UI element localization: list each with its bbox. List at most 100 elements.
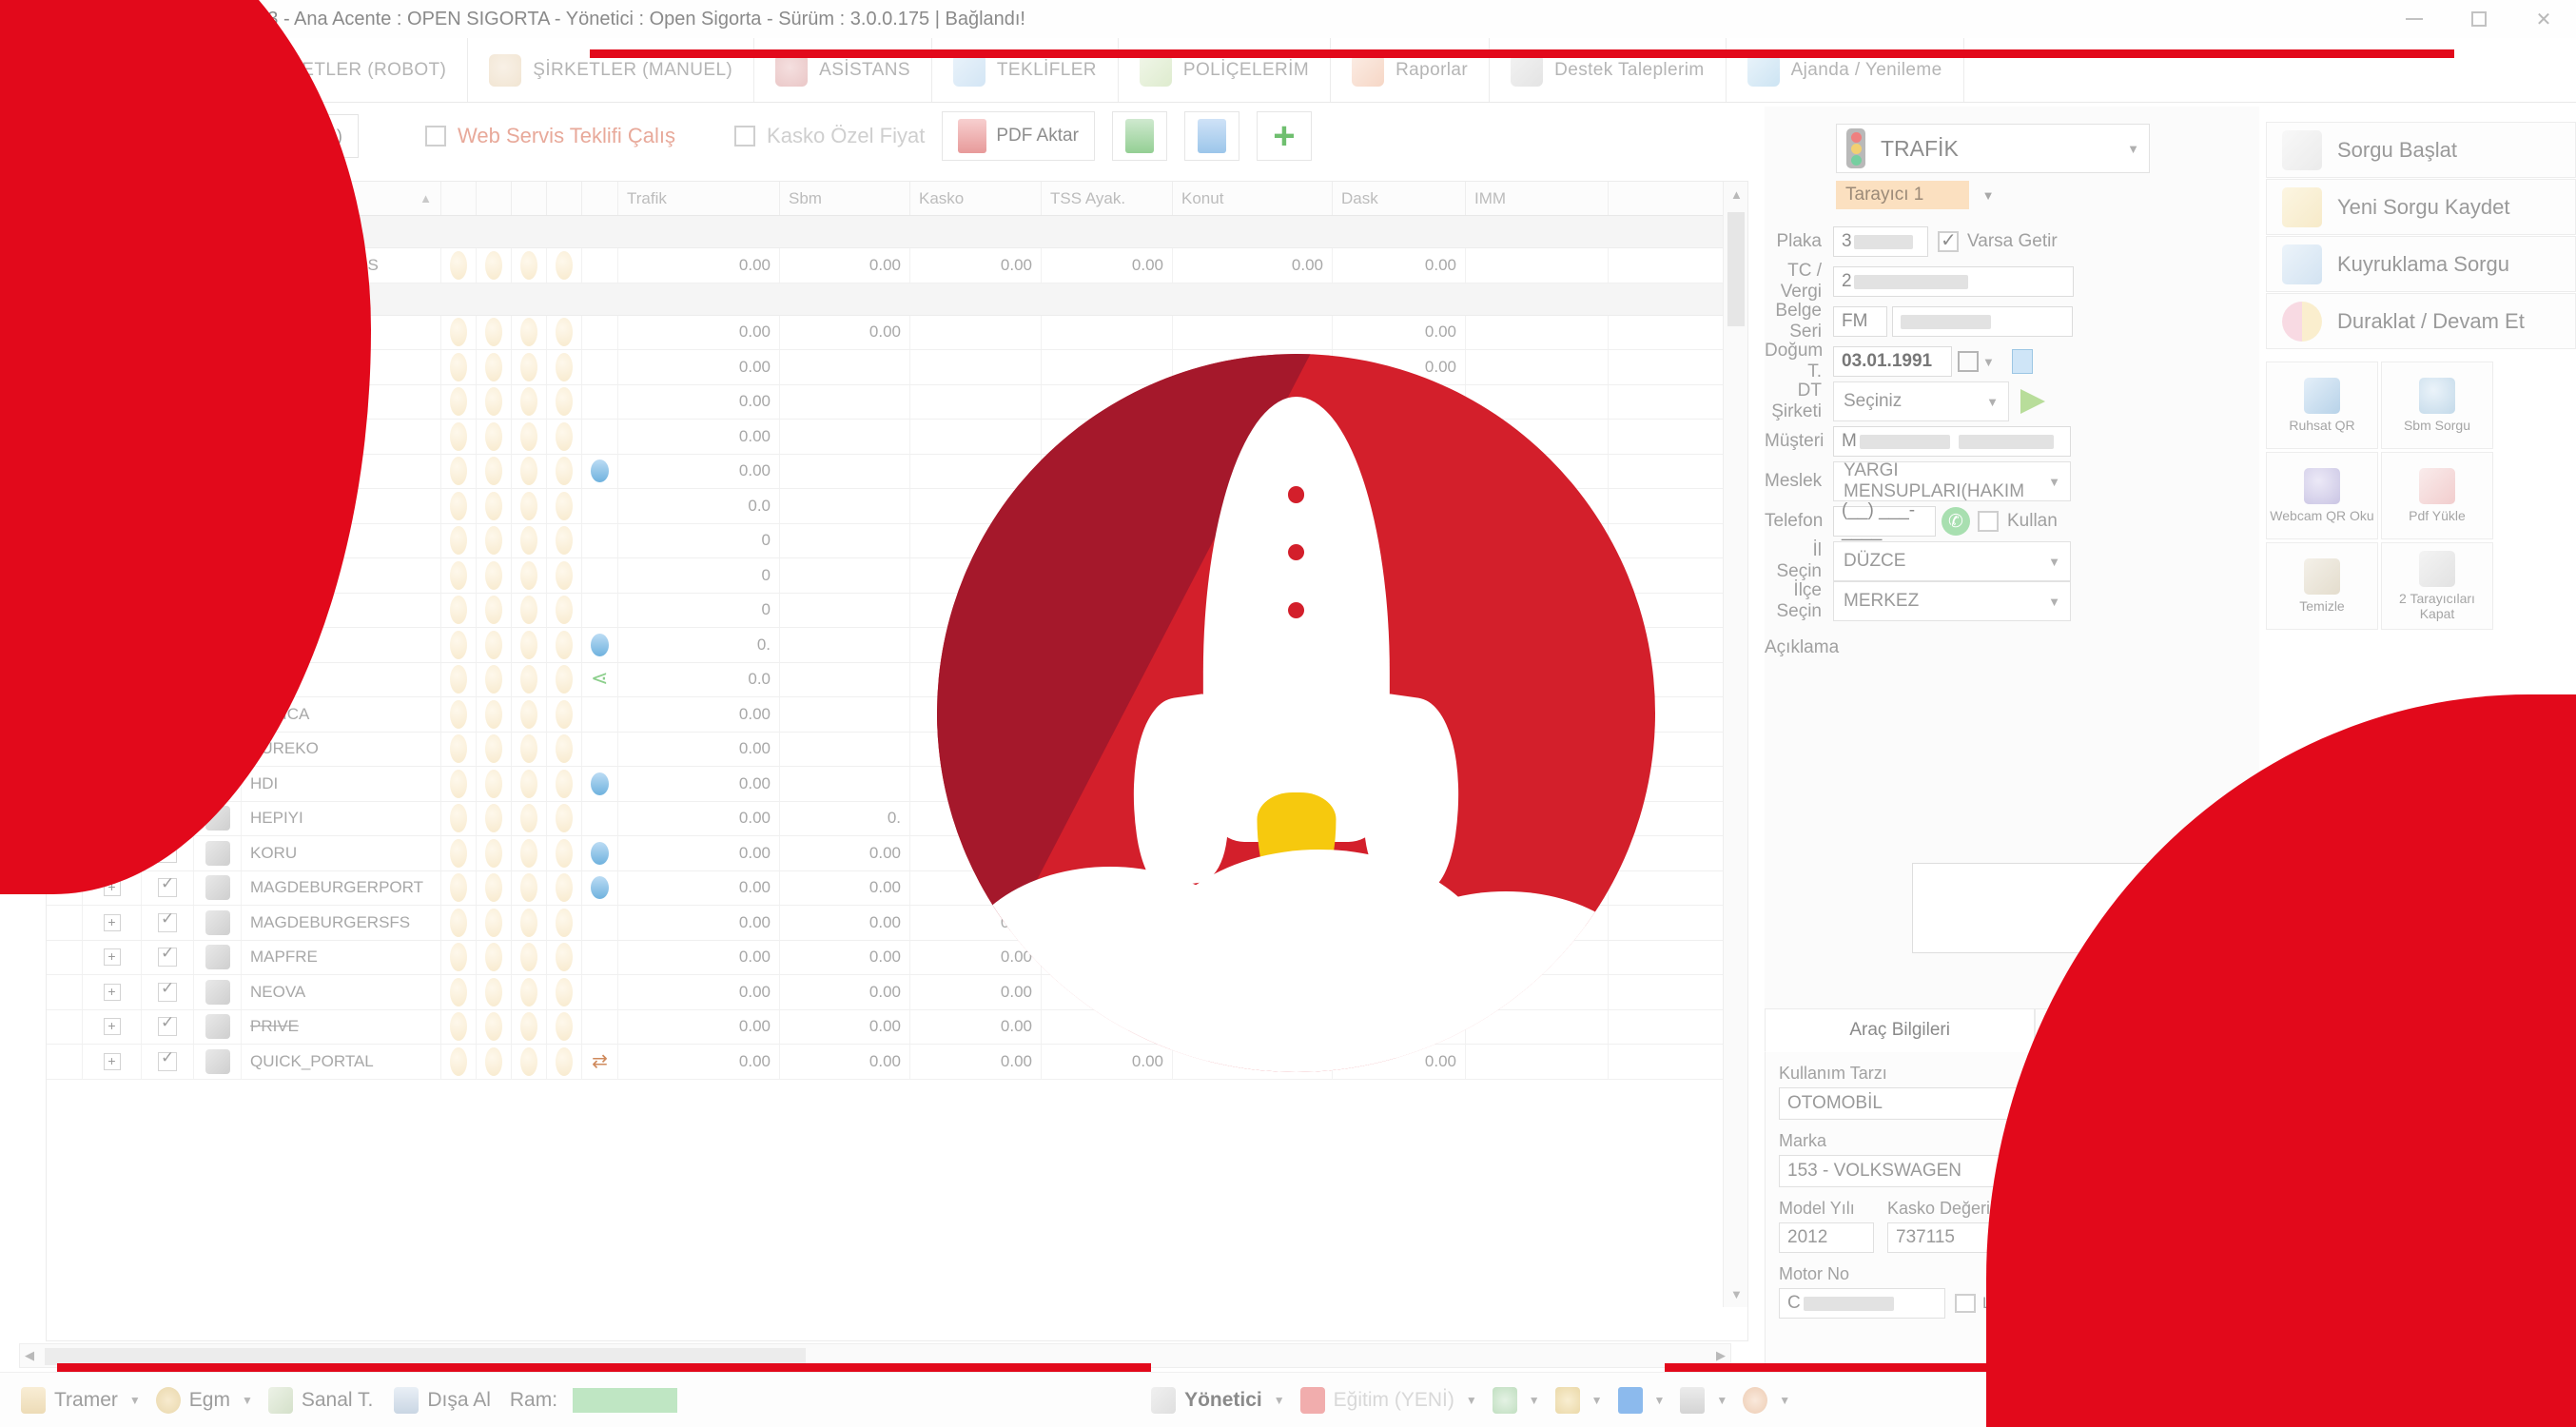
refresh-icon[interactable] xyxy=(485,665,502,694)
status-egm[interactable]: Egm xyxy=(155,1386,230,1414)
tile-temizle[interactable]: Temizle xyxy=(2266,542,2378,630)
edit-icon[interactable] xyxy=(520,387,537,417)
row-expander-icon[interactable]: + xyxy=(103,462,121,480)
row-checkbox[interactable] xyxy=(158,493,177,516)
chevron-down-icon[interactable]: ▼ xyxy=(1982,355,1995,369)
status-badge-blue[interactable] xyxy=(591,841,609,865)
belge-seri-input[interactable]: FM xyxy=(1833,306,1887,337)
dogum-date-input[interactable]: 03.01.1991 xyxy=(1833,346,1952,377)
tab-ana-ekran[interactable]: ANA EKRAN xyxy=(0,38,194,102)
refresh-icon[interactable] xyxy=(485,630,502,659)
copy-icon[interactable] xyxy=(2011,349,2033,374)
copy-icon[interactable] xyxy=(556,838,573,868)
row-checkbox[interactable] xyxy=(158,632,177,655)
report-icon[interactable] xyxy=(450,1046,467,1076)
kuyruklama-sorgu-button[interactable]: Kuyruklama Sorgu xyxy=(2266,236,2576,292)
report-icon[interactable] xyxy=(450,665,467,694)
report-icon[interactable] xyxy=(450,734,467,764)
row-expander-icon[interactable]: + xyxy=(103,256,121,274)
row-expander-icon[interactable]: + xyxy=(103,323,121,342)
vehicle-extra-dropdown[interactable]: ▼ xyxy=(2184,1088,2560,1121)
refresh-icon[interactable] xyxy=(485,804,502,833)
report-icon[interactable] xyxy=(450,387,467,417)
report-icon[interactable] xyxy=(450,560,467,590)
plaka-input[interactable]: 3 xyxy=(1833,226,1928,257)
scroll-down-icon[interactable]: ▼ xyxy=(1730,1287,1743,1301)
refresh-icon[interactable] xyxy=(485,491,502,520)
grid-col-sbm[interactable]: Sbm xyxy=(780,182,910,215)
copy-icon[interactable] xyxy=(556,665,573,694)
green-arrow-icon[interactable] xyxy=(2020,389,2045,414)
swap-icon[interactable]: ⇄ xyxy=(592,1049,608,1073)
grid-group-row[interactable]: ∨ Kategori: Asistans xyxy=(47,216,1747,248)
refresh-icon[interactable] xyxy=(485,250,502,280)
table-row[interactable]: + HDI 0.00 .00 xyxy=(47,767,1747,802)
table-row[interactable]: + ANKARA 0.0 xyxy=(47,489,1747,524)
table-row[interactable]: + ACNTURK 0.00 0.00 0.00 xyxy=(47,315,1747,350)
copy-icon[interactable] xyxy=(556,596,573,625)
report-icon[interactable] xyxy=(450,769,467,798)
report-icon[interactable] xyxy=(450,630,467,659)
row-expander-icon[interactable]: + xyxy=(103,1018,121,1036)
edit-icon[interactable] xyxy=(520,873,537,903)
motor-no-input[interactable]: C xyxy=(1779,1288,1945,1319)
refresh-icon[interactable] xyxy=(485,908,502,937)
chevron-down-icon[interactable]: ▼ xyxy=(1529,1394,1540,1407)
tile-sbm-sorgu[interactable]: Sbm Sorgu xyxy=(2381,362,2493,449)
row-checkbox[interactable] xyxy=(158,840,177,863)
edit-icon[interactable] xyxy=(520,318,537,347)
table-row[interactable]: + EUREKO 0.00 xyxy=(47,732,1747,767)
tile-pdf-yukle[interactable]: Pdf Yükle xyxy=(2381,452,2493,539)
tab-asistans[interactable]: ASİSTANS xyxy=(754,38,932,102)
marka-dropdown[interactable]: 153 - VOLKSWAGEN ▼ xyxy=(1779,1155,2159,1187)
row-checkbox[interactable] xyxy=(158,944,177,968)
row-expander-icon[interactable]: + xyxy=(103,601,121,619)
row-expander-icon[interactable]: + xyxy=(103,671,121,689)
report-icon[interactable] xyxy=(450,699,467,729)
row-expander-icon[interactable]: + xyxy=(103,566,121,584)
grid-col-kasko[interactable]: Kasko xyxy=(910,182,1042,215)
status-sanal-t[interactable]: Sanal T. xyxy=(267,1386,373,1414)
copy-icon[interactable] xyxy=(556,630,573,659)
edit-icon[interactable] xyxy=(520,457,537,486)
report-icon[interactable] xyxy=(450,421,467,451)
status-tramer[interactable]: Tramer xyxy=(21,1386,118,1414)
table-row[interactable]: + OPEN ASISTANS 0.00 0.00 0.00 0.00 0.00 0.00 xyxy=(47,248,1747,283)
tab-policelerim[interactable]: POLİÇELERİM xyxy=(1119,38,1332,102)
report-icon[interactable] xyxy=(450,491,467,520)
status-disa-al[interactable]: Dışa Al xyxy=(394,1386,491,1414)
copy-icon[interactable] xyxy=(556,873,573,903)
table-row[interactable]: + ANADOLU 0.00 xyxy=(47,454,1747,489)
hscroll-thumb[interactable] xyxy=(45,1348,806,1365)
vtab-kasko-pol-bilgisi[interactable]: Kasko Pol. Bilgisi xyxy=(2305,1008,2576,1052)
row-checkbox[interactable] xyxy=(158,562,177,585)
table-row[interactable]: + AK 0.00 0.00 xyxy=(47,350,1747,385)
refresh-icon[interactable] xyxy=(485,943,502,972)
maximize-button[interactable] xyxy=(2447,0,2511,38)
vtab-arac-bilgileri[interactable]: Araç Bilgileri xyxy=(1765,1008,2036,1052)
gear-icon[interactable] xyxy=(1554,1386,1580,1414)
refresh-icon[interactable] xyxy=(485,318,502,347)
row-expander-icon[interactable]: + xyxy=(103,740,121,758)
grid-col-dask[interactable]: Dask xyxy=(1333,182,1466,215)
tile-ruhsat-qr[interactable]: Ruhsat QR xyxy=(2266,362,2378,449)
edit-icon[interactable] xyxy=(520,977,537,1007)
close-button[interactable]: ✕ xyxy=(2511,0,2576,38)
status-egitim[interactable]: Eğitim (YENİ) xyxy=(1299,1386,1454,1414)
copy-icon[interactable] xyxy=(556,491,573,520)
row-expander-icon[interactable]: + xyxy=(103,705,121,723)
copy-icon[interactable] xyxy=(556,734,573,764)
report-icon[interactable] xyxy=(450,838,467,868)
row-checkbox[interactable] xyxy=(158,909,177,932)
edit-icon[interactable] xyxy=(520,665,537,694)
edit-icon[interactable] xyxy=(520,1012,537,1042)
web-service-offer-checkbox[interactable]: Web Servis Teklifi Çalış xyxy=(425,124,675,148)
refresh-icon[interactable] xyxy=(485,734,502,764)
duraklat-devam-button[interactable]: Duraklat / Devam Et xyxy=(2266,293,2576,349)
lpg-checkbox[interactable]: LPG xyxy=(1955,1294,2015,1313)
row-expander-icon[interactable]: + xyxy=(103,427,121,445)
row-checkbox[interactable] xyxy=(158,354,177,377)
edit-icon[interactable] xyxy=(520,734,537,764)
branch-dropdown[interactable]: TRAFİK ▼ xyxy=(1836,124,2150,173)
minimize-button[interactable] xyxy=(2382,0,2447,38)
